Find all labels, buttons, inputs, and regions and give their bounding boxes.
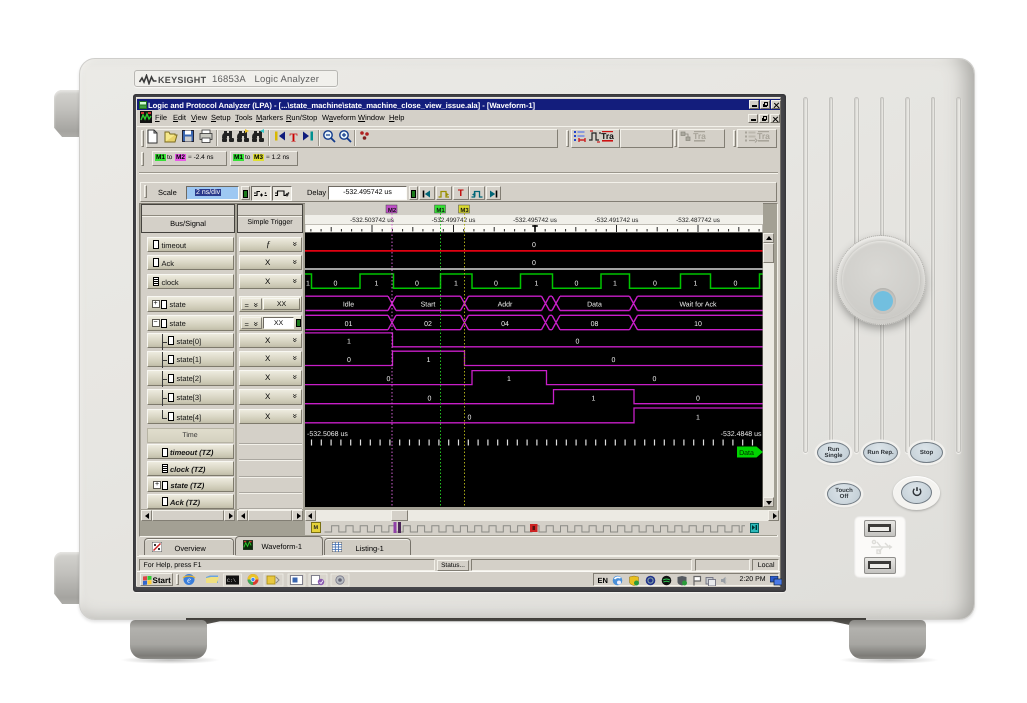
svg-text:M3: M3 [460,207,469,214]
svg-text:0: 0 [653,280,657,287]
svg-text:1: 1 [347,339,351,346]
svg-text:C:\: C:\ [227,578,236,584]
svg-text:1: 1 [507,376,511,383]
svg-text:0: 0 [575,339,579,346]
svg-text:M1: M1 [436,207,445,214]
svg-text:0: 0 [494,280,498,287]
svg-text:0: 0 [386,376,390,383]
svg-text:04: 04 [501,321,509,328]
svg-text:0: 0 [427,395,431,402]
svg-text:Addr: Addr [497,301,512,309]
svg-text:Wait for Ack: Wait for Ack [679,301,717,309]
svg-text:0: 0 [733,280,737,287]
svg-text:T: T [289,131,297,145]
svg-text:1: 1 [534,280,538,287]
svg-text:0: 0 [333,280,337,287]
svg-text:0: 0 [532,242,536,249]
svg-text:-532.495742 us: -532.495742 us [513,217,557,224]
svg-text:1: 1 [374,280,378,287]
svg-text:0: 0 [696,395,700,402]
svg-text:1: 1 [613,280,617,287]
svg-text:Tra: Tra [693,131,706,141]
svg-text:10: 10 [694,321,702,328]
svg-text:-532.4848 us: -532.4848 us [720,431,761,438]
svg-text:Start: Start [420,302,435,309]
svg-text:0: 0 [652,376,656,383]
svg-text:1: 1 [426,357,430,364]
svg-text:1: 1 [696,414,700,421]
svg-text:08: 08 [590,321,598,328]
svg-text:0: 0 [415,280,419,287]
svg-text:M2: M2 [387,207,396,214]
svg-text:0: 0 [574,280,578,287]
svg-text:-532.5068 us: -532.5068 us [307,431,348,438]
svg-text:Idle: Idle [342,301,353,309]
svg-text:1: 1 [306,280,310,287]
svg-text:1: 1 [454,280,458,287]
svg-text:Tra: Tra [757,131,770,141]
svg-text:0: 0 [611,357,615,364]
svg-text:1: 1 [591,395,595,402]
svg-text:0: 0 [467,414,471,421]
svg-text:02: 02 [424,321,432,328]
svg-text:0: 0 [532,260,536,267]
svg-text:-532.491742 us: -532.491742 us [594,217,638,224]
svg-text:Tra: Tra [601,131,614,141]
svg-text:Data: Data [739,450,754,457]
svg-text:-532.503742 us: -532.503742 us [350,217,394,224]
svg-text:Data: Data [587,302,602,309]
svg-text:1: 1 [693,280,697,287]
svg-text:0: 0 [347,357,351,364]
svg-text:01: 01 [344,321,352,328]
svg-text:-532.499742 us: -532.499742 us [431,217,475,224]
svg-text:-532.487742 us: -532.487742 us [676,217,720,224]
